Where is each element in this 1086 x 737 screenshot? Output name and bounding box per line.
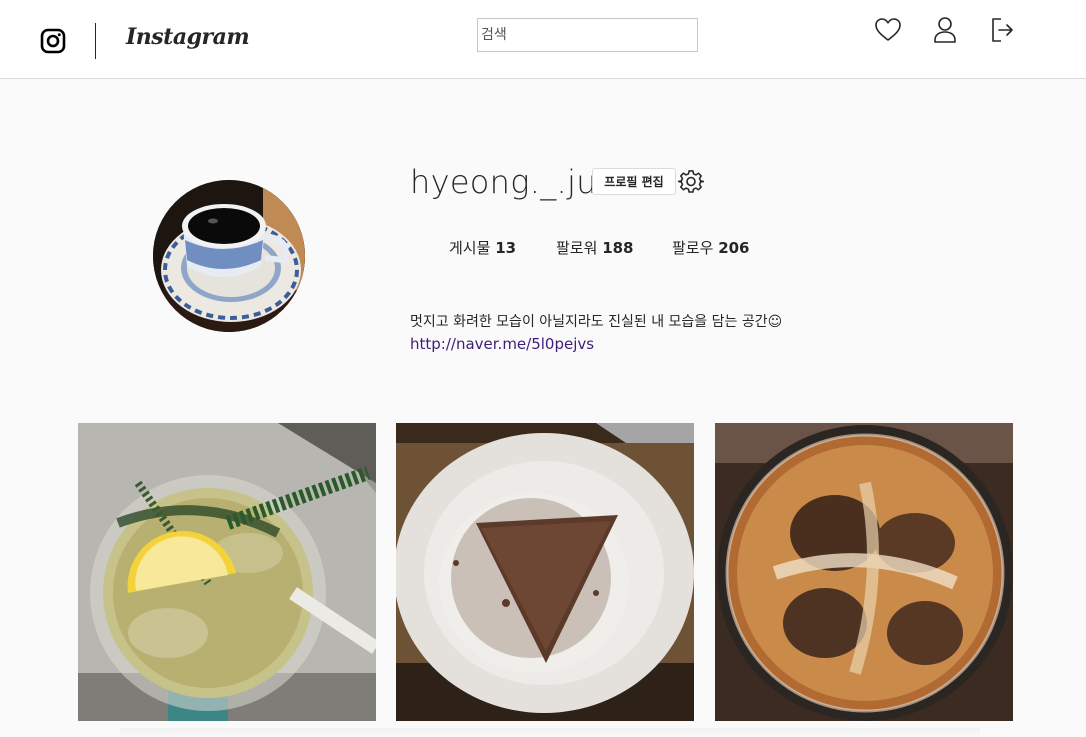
instagram-logo-icon[interactable] bbox=[40, 28, 66, 54]
profile-website-link[interactable]: http://naver.me/5l0pejvs bbox=[410, 335, 594, 353]
followers-count-stat[interactable]: 팔로워 188 bbox=[556, 237, 634, 258]
person-icon[interactable] bbox=[931, 16, 959, 44]
posts-count-stat: 게시물 13 bbox=[449, 237, 516, 258]
profile-avatar[interactable] bbox=[153, 180, 305, 332]
settings-gear-icon[interactable] bbox=[678, 169, 704, 195]
search-input[interactable] bbox=[477, 18, 698, 52]
profile-username: hyeong._.ju bbox=[410, 163, 597, 201]
logo-divider bbox=[95, 23, 96, 59]
edit-profile-button[interactable]: 프로필 편집 bbox=[592, 168, 676, 195]
footer-shadow bbox=[120, 728, 980, 737]
post-thumbnail-lemonade[interactable] bbox=[78, 423, 376, 721]
stat-label: 팔로우 bbox=[672, 239, 714, 257]
post-thumbnail-chocolate-cake[interactable] bbox=[396, 423, 694, 721]
heart-icon[interactable] bbox=[874, 16, 902, 44]
logout-icon[interactable] bbox=[988, 16, 1016, 44]
post-thumbnail-iced-coffee[interactable] bbox=[715, 423, 1013, 721]
top-navigation-bar: Instagram bbox=[0, 0, 1086, 79]
profile-bio: 멋지고 화려한 모습이 아닐지라도 진실된 내 모습을 담는 공간☺ bbox=[410, 314, 783, 330]
stat-value: 13 bbox=[495, 239, 517, 257]
stat-label: 팔로워 bbox=[556, 239, 598, 257]
instagram-wordmark[interactable]: Instagram bbox=[126, 24, 250, 50]
stat-value: 188 bbox=[602, 239, 634, 257]
stat-value: 206 bbox=[718, 239, 750, 257]
following-count-stat[interactable]: 팔로우 206 bbox=[672, 237, 750, 258]
stat-label: 게시물 bbox=[449, 239, 491, 257]
